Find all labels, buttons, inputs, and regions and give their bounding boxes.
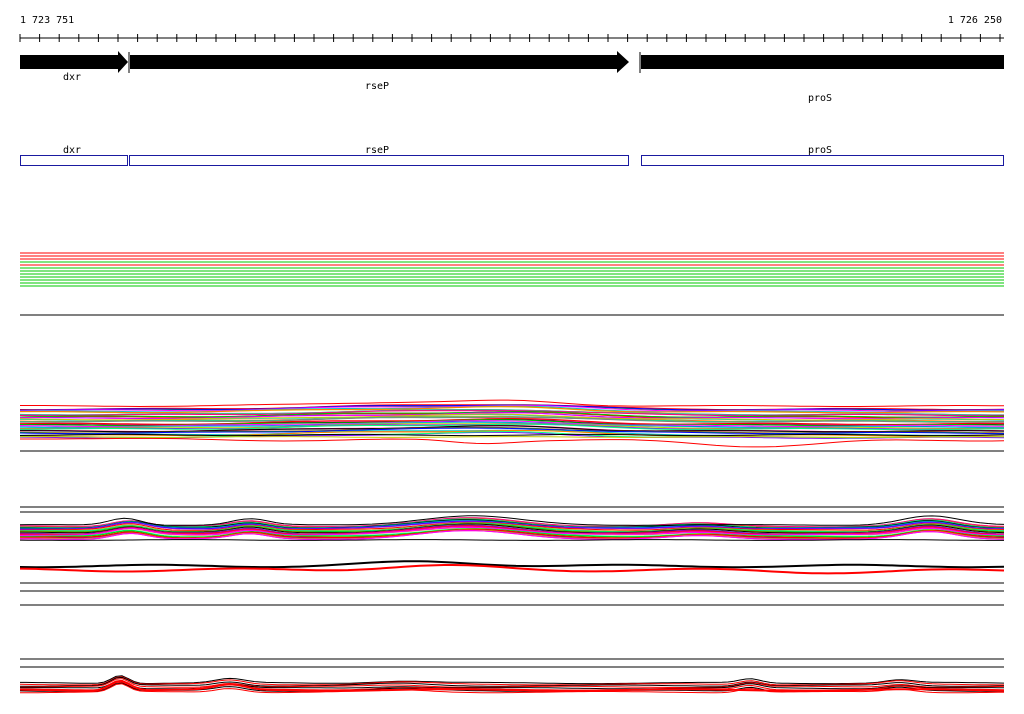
gene-arrow-label-rseP: rseP	[365, 81, 389, 92]
mid-signal-track	[19, 506, 1005, 606]
gene-boxes-track: dxr rseP proS	[20, 145, 1004, 166]
genome-browser-view: 1 723 751 1 726 250 dxr rseP proS dxr rs…	[19, 15, 1005, 694]
ruler-end-label: 1 726 250	[948, 15, 1002, 26]
bottom-signal-track	[19, 658, 1005, 694]
bottom-series-line	[20, 675, 1005, 685]
coordinate-ruler: 1 723 751 1 726 250	[19, 15, 1004, 42]
gene-box-dxr[interactable]	[20, 155, 128, 166]
gene-box-label-rseP: rseP	[365, 145, 389, 156]
gene-arrow-proS[interactable]: proS	[639, 52, 1004, 104]
gene-box-rseP[interactable]	[129, 155, 629, 166]
gene-arrow-label-proS: proS	[808, 93, 832, 104]
flat-signal-track	[20, 252, 1004, 316]
gene-box-proS[interactable]	[641, 155, 1004, 166]
gene-arrow-dxr[interactable]: dxr	[20, 51, 128, 83]
gene-box-label-dxr: dxr	[63, 145, 81, 156]
ruler-start-label: 1 723 751	[20, 15, 74, 26]
dense-series-line	[19, 436, 1005, 438]
gene-arrow-rseP[interactable]: rseP	[128, 51, 629, 92]
dense-series-line	[20, 437, 1005, 448]
gene-arrow-label-dxr: dxr	[63, 72, 81, 83]
bottom-series-line	[19, 676, 1004, 686]
gene-box-label-proS: proS	[808, 145, 832, 156]
mid-series-line	[19, 539, 1004, 541]
gene-arrows-track: dxr rseP proS	[20, 51, 1004, 104]
mid-series-line	[19, 560, 1005, 569]
dense-signal-track	[19, 399, 1005, 452]
